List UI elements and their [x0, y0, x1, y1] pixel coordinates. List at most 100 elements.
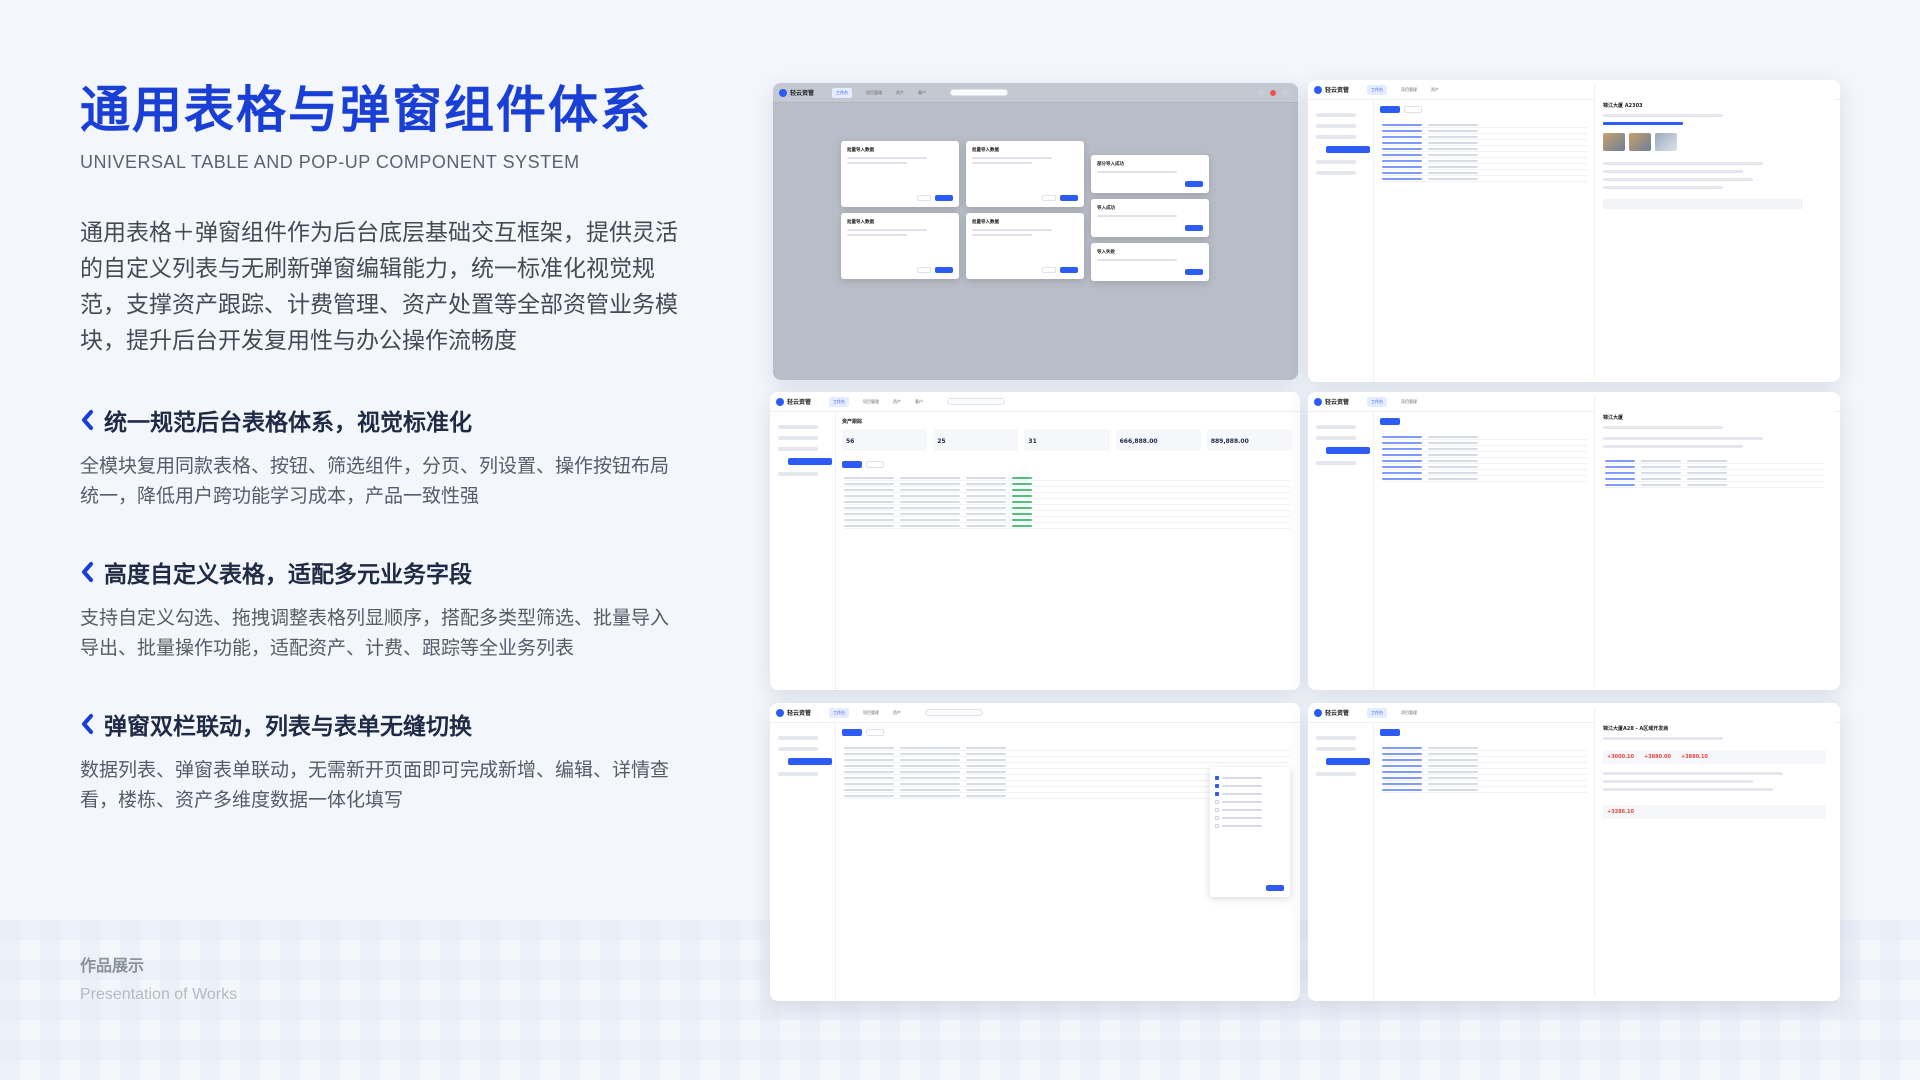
stat-value: 56 — [846, 438, 855, 445]
page-subtitle: UNIVERSAL TABLE AND POP-UP COMPONENT SYS… — [80, 152, 580, 172]
page-description: 通用表格＋弹窗组件作为后台底层基础交互框架，提供灵活的自定义列表与无刷新弹窗编辑… — [80, 220, 678, 354]
nav-item[interactable]: 工作台 — [1367, 396, 1388, 407]
nav-item[interactable]: 客户 — [918, 90, 926, 96]
detail-title: 锦江大厦 — [1603, 415, 1624, 421]
app-topbar: 轻云资管 工作台 项目管理 资产 客户 — [770, 392, 1300, 412]
dialog-title: 批量导入数据 — [972, 220, 999, 225]
checkbox[interactable] — [1215, 792, 1219, 796]
photo-thumbnail[interactable] — [1655, 133, 1677, 151]
checkbox[interactable] — [1215, 784, 1219, 788]
works-label-cn: 作品展示 — [80, 956, 145, 975]
asset-table — [1380, 418, 1590, 682]
page-title: 通用表格与弹窗组件体系 — [80, 81, 652, 139]
search-input[interactable] — [925, 709, 984, 716]
cancel-button[interactable] — [917, 195, 931, 201]
logo-icon — [779, 88, 787, 97]
confirm-button[interactable] — [1185, 225, 1203, 231]
app-logo-text: 轻云资管 — [787, 399, 812, 406]
screenshot-building-detail: 轻云资管 工作台 项目管理 锦江大厦 — [1308, 392, 1840, 690]
confirm-button[interactable] — [1060, 195, 1078, 201]
export-button[interactable] — [866, 461, 884, 468]
column-settings-panel — [1210, 767, 1290, 897]
nav-item[interactable]: 项目管理 — [1401, 87, 1417, 93]
sidebar — [1308, 412, 1374, 690]
dialog-title: 部分导入成功 — [1097, 162, 1124, 167]
screenshot-column-settings: 轻云资管 工作台 项目管理 资产 — [770, 703, 1300, 1001]
nav-item[interactable]: 项目管理 — [1401, 399, 1417, 405]
nav-item[interactable]: 工作台 — [829, 396, 850, 407]
checkbox[interactable] — [1215, 824, 1219, 828]
sidebar — [770, 723, 836, 1001]
confirm-button[interactable] — [935, 195, 953, 201]
confirm-button[interactable] — [935, 267, 953, 273]
confirm-button[interactable] — [1060, 267, 1078, 273]
add-button[interactable] — [842, 461, 862, 468]
feature-body: 数据列表、弹窗表单联动，无需新开页面即可完成新增、编辑、详情查看，楼栋、资产多维… — [80, 759, 670, 811]
chevron-left-icon — [82, 410, 93, 430]
works-label: 作品展示 Presentation of Works — [80, 952, 237, 1004]
logo-icon — [1314, 85, 1322, 94]
nav-item[interactable]: 项目管理 — [863, 710, 879, 716]
checkbox[interactable] — [1215, 808, 1219, 812]
cancel-button[interactable] — [917, 267, 931, 273]
add-button[interactable] — [1380, 729, 1400, 736]
nav-item[interactable]: 项目管理 — [866, 90, 882, 96]
sidebar-item-active[interactable] — [1326, 758, 1370, 765]
feature-title: 弹窗双栏联动，列表与表单无缝切换 — [104, 714, 472, 740]
nav-item[interactable]: 工作台 — [1367, 84, 1388, 95]
import-dialog: 批量导入数据 — [841, 141, 959, 207]
app-logo-text: 轻云资管 — [787, 710, 812, 717]
import-dialog: 批量导入数据 — [966, 213, 1084, 279]
nav-item[interactable]: 资产 — [893, 399, 901, 405]
checkbox[interactable] — [1215, 800, 1219, 804]
detail-drawer: 锦江大厦 A2303 — [1594, 84, 1834, 378]
logo-icon — [776, 397, 784, 406]
confirm-button[interactable] — [1185, 269, 1203, 275]
search-input[interactable] — [947, 398, 1006, 405]
confirm-button[interactable] — [1266, 885, 1284, 891]
sidebar — [1308, 100, 1374, 382]
add-button[interactable] — [1380, 106, 1400, 113]
chevron-left-icon — [82, 714, 93, 734]
sidebar-item-active[interactable] — [788, 758, 832, 765]
nav-item[interactable]: 资产 — [893, 710, 901, 716]
nav-item[interactable]: 资产 — [1431, 87, 1439, 93]
feature-item: 统一规范后台表格体系，视觉标准化 全模块复用同款表格、按钮、筛选组件，分页、列设… — [80, 403, 690, 511]
logo-icon — [1314, 708, 1322, 717]
bell-icon[interactable] — [1258, 89, 1264, 96]
import-button[interactable] — [866, 729, 884, 736]
feature-body: 支持自定义勾选、拖拽调整表格列显顺序，搭配多类型筛选、批量导入导出、批量操作功能… — [80, 607, 670, 659]
import-button[interactable] — [1404, 106, 1422, 113]
detail-drawer: 锦江大厦 — [1594, 396, 1834, 686]
nav-item[interactable]: 项目管理 — [1401, 710, 1417, 716]
photo-thumbnail[interactable] — [1629, 133, 1651, 151]
nav-item[interactable]: 项目管理 — [863, 399, 879, 405]
cancel-button[interactable] — [1042, 267, 1056, 273]
sidebar-item-active[interactable] — [1326, 447, 1370, 454]
confirm-button[interactable] — [1185, 181, 1203, 187]
search-input[interactable] — [950, 89, 1009, 96]
avatar[interactable] — [1282, 89, 1288, 96]
sidebar — [1308, 723, 1374, 1001]
nav-item[interactable]: 工作台 — [832, 87, 853, 98]
nav-item[interactable]: 客户 — [915, 399, 923, 405]
nav-item[interactable]: 工作台 — [829, 707, 850, 718]
nav-item[interactable]: 工作台 — [1367, 707, 1388, 718]
stats-row: 56 25 31 666,888.00 889,888.00 — [842, 429, 1293, 451]
sidebar-item-active[interactable] — [1326, 146, 1370, 153]
detail-title: 锦江大厦A28 - A区域开发商 — [1603, 726, 1669, 732]
app-logo-text: 轻云资管 — [1325, 87, 1350, 94]
stat-value: 31 — [1028, 438, 1037, 445]
add-button[interactable] — [1380, 418, 1400, 425]
sidebar-item-active[interactable] — [788, 458, 832, 465]
cancel-button[interactable] — [1042, 195, 1056, 201]
dialog-title: 批量导入数据 — [847, 220, 874, 225]
nav-item[interactable]: 资产 — [896, 90, 904, 96]
checkbox[interactable] — [1215, 776, 1219, 780]
add-button[interactable] — [842, 729, 862, 736]
import-dialog: 批量导入数据 — [841, 213, 959, 279]
photo-thumbnail[interactable] — [1603, 133, 1625, 151]
result-dialog: 导入失败 — [1091, 243, 1209, 281]
checkbox[interactable] — [1215, 816, 1219, 820]
stat-value: 25 — [937, 438, 946, 445]
